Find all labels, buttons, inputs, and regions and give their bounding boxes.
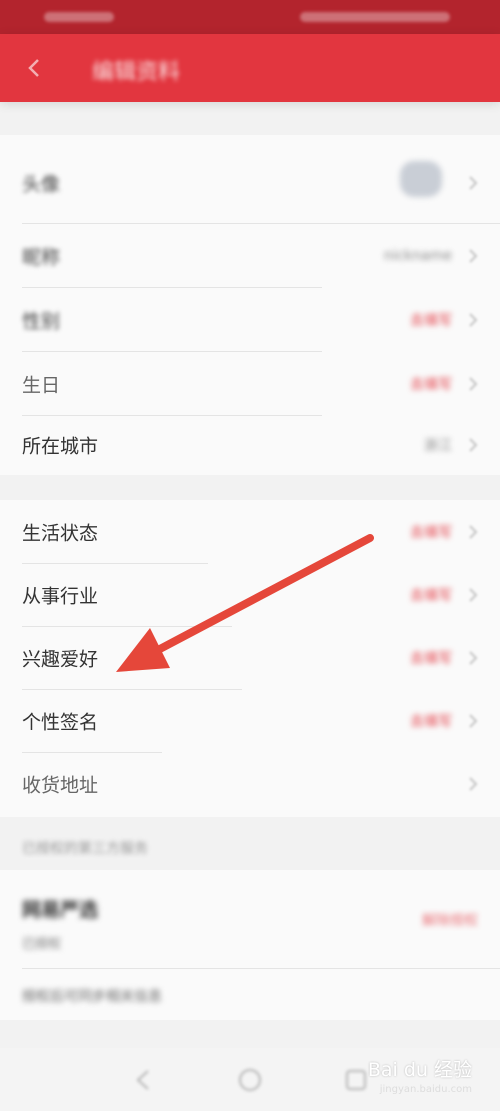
row-city[interactable]: 所在城市 浙江 — [0, 413, 500, 476]
chevron-right-icon — [469, 587, 478, 602]
row-label: 性别 — [22, 310, 61, 332]
row-label: 兴趣爱好 — [22, 648, 99, 670]
divider — [22, 968, 500, 969]
row-label: 昵称 — [22, 246, 61, 268]
service-status-button[interactable]: 解除授权 — [422, 910, 478, 930]
chevron-right-icon — [469, 437, 478, 452]
row-life-status[interactable]: 生活状态 去填写 — [0, 500, 500, 563]
watermark-url: jingyan.baidu.com — [379, 1084, 472, 1095]
row-value: nickname — [383, 247, 452, 264]
row-birthday[interactable]: 生日 去填写 — [0, 352, 500, 415]
row-value: 去填写 — [410, 312, 452, 329]
row-avatar-label: 头像 — [22, 173, 61, 196]
row-avatar[interactable]: 头像 — [0, 143, 500, 223]
row-signature[interactable]: 个性签名 去填写 — [0, 689, 500, 752]
row-industry[interactable]: 从事行业 去填写 — [0, 563, 500, 626]
row-value: 去填写 — [410, 587, 452, 604]
row-value: 去填写 — [410, 713, 452, 730]
chevron-right-icon — [469, 524, 478, 539]
row-label: 生日 — [22, 374, 61, 396]
chevron-right-icon — [469, 248, 478, 263]
avatar[interactable] — [400, 161, 442, 197]
service-subtitle: 已授权 — [22, 937, 62, 952]
back-arrow-icon[interactable] — [24, 57, 46, 79]
status-bar-indicators — [300, 12, 450, 22]
row-label: 个性签名 — [22, 711, 99, 733]
row-label: 收货地址 — [22, 774, 99, 796]
nav-recent-icon[interactable] — [342, 1066, 370, 1094]
status-bar-time — [44, 12, 114, 22]
service-note: 授权后可同步相关信息 — [22, 989, 162, 1005]
nav-home-icon[interactable] — [236, 1066, 264, 1094]
service-title: 网易严选 — [22, 899, 99, 921]
profile-card: 头像 昵称 nickname 性别 去填写 生日 去填写 所在城市 浙江 — [0, 135, 500, 475]
row-address[interactable]: 收货地址 — [0, 752, 500, 815]
page-title: 编辑资料 — [92, 60, 181, 85]
chevron-right-icon — [469, 713, 478, 728]
row-value: 去填写 — [410, 376, 452, 393]
nav-back-icon[interactable] — [130, 1066, 158, 1094]
status-bar — [0, 0, 500, 34]
row-gender[interactable]: 性别 去填写 — [0, 288, 500, 351]
row-label: 所在城市 — [22, 435, 99, 457]
row-value: 浙江 — [424, 437, 452, 454]
row-nickname[interactable]: 昵称 nickname — [0, 224, 500, 287]
chevron-right-icon — [469, 176, 478, 190]
row-label: 生活状态 — [22, 522, 99, 544]
row-hobbies[interactable]: 兴趣爱好 去填写 — [0, 626, 500, 689]
chevron-right-icon — [469, 776, 478, 791]
row-label: 从事行业 — [22, 585, 99, 607]
row-value: 去填写 — [410, 524, 452, 541]
chevron-right-icon — [469, 650, 478, 665]
chevron-right-icon — [469, 376, 478, 391]
section-header: 已授权的第三方服务 — [22, 841, 148, 857]
chevron-right-icon — [469, 312, 478, 327]
app-header: 编辑资料 — [0, 34, 500, 102]
details-card: 生活状态 去填写 从事行业 去填写 兴趣爱好 去填写 个性签名 去填写 收货地址 — [0, 500, 500, 817]
watermark-brand: Bai du 经验 — [367, 1059, 472, 1081]
row-value: 去填写 — [410, 650, 452, 667]
